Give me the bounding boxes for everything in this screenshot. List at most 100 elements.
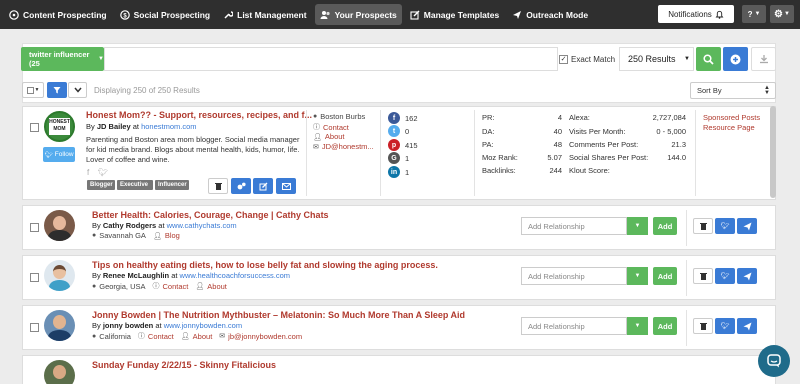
delete-button[interactable] [693, 218, 713, 234]
tweet-button[interactable]: 🐦︎ [715, 268, 735, 284]
relationship-input[interactable]: Add Relationship [521, 317, 627, 335]
tweet-button[interactable]: 🐦︎ [715, 218, 735, 234]
settings-button[interactable]: ⚙ ▼ [770, 5, 794, 23]
prospect-checkbox[interactable] [30, 223, 39, 232]
twitter-follow-button[interactable]: 🐦︎ Follow [43, 147, 75, 162]
add-relationship-button[interactable]: Add [653, 217, 677, 235]
resource-page-link[interactable]: Resource Page [703, 123, 755, 132]
nav-your-prospects[interactable]: Your Prospects [314, 4, 402, 25]
avatar[interactable]: HONEST MOM [44, 111, 75, 142]
tag-blogger[interactable]: Blogger [87, 180, 115, 190]
prospect-title[interactable]: Tips on healthy eating diets, how to los… [92, 260, 438, 270]
send-button[interactable] [737, 318, 757, 334]
twitter-small-icon[interactable]: 🐦︎ [98, 168, 108, 177]
prospect-title[interactable]: Better Health: Calories, Courage, Change… [92, 210, 329, 220]
filter-icon [53, 87, 61, 94]
download-button[interactable] [751, 47, 776, 71]
trash-icon [699, 223, 707, 230]
share-button[interactable] [231, 178, 251, 194]
tag-influencer[interactable]: Influencer [155, 180, 189, 190]
select-all-dropdown[interactable]: ▼ [22, 82, 44, 98]
email-button[interactable] [276, 178, 296, 194]
stat-visits: Visits Per Month: 0 - 5,000 [569, 127, 686, 136]
delete-button[interactable] [208, 178, 228, 194]
delete-button[interactable] [693, 318, 713, 334]
blog-link[interactable]: Blog [165, 231, 180, 240]
edit-button[interactable] [253, 178, 273, 194]
nav-outreach-mode[interactable]: Outreach Mode [507, 4, 593, 25]
search-input[interactable] [104, 47, 558, 71]
nav-label: Content Prospecting [23, 9, 107, 20]
notifications-button[interactable]: Notifications [658, 5, 734, 23]
stat-value: 40 [553, 127, 562, 136]
tag-executive[interactable]: Executive [117, 180, 153, 190]
about-link[interactable]: 👤︎ About [313, 132, 345, 141]
relationship-dropdown[interactable]: ▼ [627, 217, 648, 235]
googleplus-icon: G [388, 152, 400, 164]
search-button[interactable] [696, 47, 721, 71]
send-icon [513, 10, 522, 19]
tweet-button[interactable]: 🐦︎ [715, 318, 735, 334]
help-button[interactable]: ? ▼ [742, 5, 766, 23]
prospect-checkbox[interactable] [30, 123, 39, 132]
contact-link[interactable]: Contact [148, 332, 174, 341]
add-relationship-button[interactable]: Add [653, 317, 677, 335]
sort-by-select[interactable]: Sort By ▲ ▼ [690, 82, 776, 99]
contact-link[interactable]: ⓘ Contact [313, 122, 349, 132]
relationship-dropdown[interactable]: ▼ [627, 317, 648, 335]
sort-icon: ▲ ▼ [764, 84, 770, 96]
site-link[interactable]: honestmom.com [141, 122, 196, 131]
avatar[interactable] [44, 360, 75, 384]
relationship-input[interactable]: Add Relationship [521, 267, 627, 285]
nav-social-prospecting[interactable]: $ Social Prospecting [115, 4, 216, 25]
stat-value: 21.3 [671, 140, 686, 149]
stat-moz-rank: Moz Rank: 5.07 [482, 153, 562, 162]
avatar[interactable] [44, 210, 75, 241]
campaign-select[interactable]: twitter influencer (25 ▼ [21, 47, 104, 71]
prospect-checkbox[interactable] [30, 273, 39, 282]
add-relationship-button[interactable]: Add [653, 267, 677, 285]
prospect-title[interactable]: Honest Mom?? - Support, resources, recip… [86, 110, 312, 120]
stat-label: Visits Per Month: [569, 127, 626, 136]
send-button[interactable] [737, 268, 757, 284]
prospect-checkbox[interactable] [30, 323, 39, 332]
send-button[interactable] [737, 218, 757, 234]
site-link[interactable]: www.jonnybowden.com [164, 321, 242, 330]
nav-manage-templates[interactable]: Manage Templates [405, 4, 504, 25]
nav-list-management[interactable]: List Management [218, 4, 311, 25]
about-link[interactable]: About [207, 282, 227, 291]
prospect-title[interactable]: Jonny Bowden | The Nutrition Mythbuster … [92, 310, 465, 320]
contact-link[interactable]: Contact [163, 282, 189, 291]
exact-match-checkbox[interactable]: ✓ Exact Match [559, 47, 617, 71]
sponsored-posts-link[interactable]: Sponsored Posts [703, 113, 760, 122]
relationship-dropdown[interactable]: ▼ [627, 267, 648, 285]
prospect-byline: By JD Bailey at honestmom.com [86, 122, 197, 131]
relationship-input[interactable]: Add Relationship [521, 217, 627, 235]
filter-button[interactable] [47, 82, 67, 98]
map-marker-icon: ● [92, 232, 97, 239]
site-link[interactable]: www.healthcoachforsuccess.com [180, 271, 290, 280]
divider [686, 260, 687, 296]
user-icon: 👤︎ [195, 283, 205, 290]
results-count-select[interactable]: 250 Results ▼ [619, 47, 694, 71]
email-link[interactable]: jb@jonnybowden.com [228, 332, 302, 341]
delete-button[interactable] [693, 268, 713, 284]
avatar[interactable] [44, 310, 75, 341]
email-link[interactable]: ✉ JD@honestm... [313, 142, 374, 151]
chat-widget-button[interactable] [758, 345, 790, 377]
about-link[interactable]: About [193, 332, 213, 341]
stat-comments: Comments Per Post: 21.3 [569, 140, 686, 149]
add-prospect-button[interactable] [723, 47, 748, 71]
stat-value: 144.0 [667, 153, 686, 162]
site-link[interactable]: www.cathychats.com [167, 221, 237, 230]
avatar[interactable] [44, 260, 75, 291]
facebook-small-icon[interactable]: f [87, 168, 89, 177]
envelope-icon: ✉ [219, 333, 226, 340]
nav-content-prospecting[interactable]: Content Prospecting [4, 4, 112, 25]
scrollbar[interactable] [770, 106, 776, 198]
nav-label: Social Prospecting [133, 9, 211, 20]
prospect-title[interactable]: Sunday Funday 2/22/15 - Skinny Fitalicio… [92, 360, 276, 370]
expand-toggle-button[interactable] [68, 82, 87, 98]
chevron-down-icon: ▼ [634, 223, 641, 229]
stat-value: 2,727,084 [652, 113, 686, 122]
